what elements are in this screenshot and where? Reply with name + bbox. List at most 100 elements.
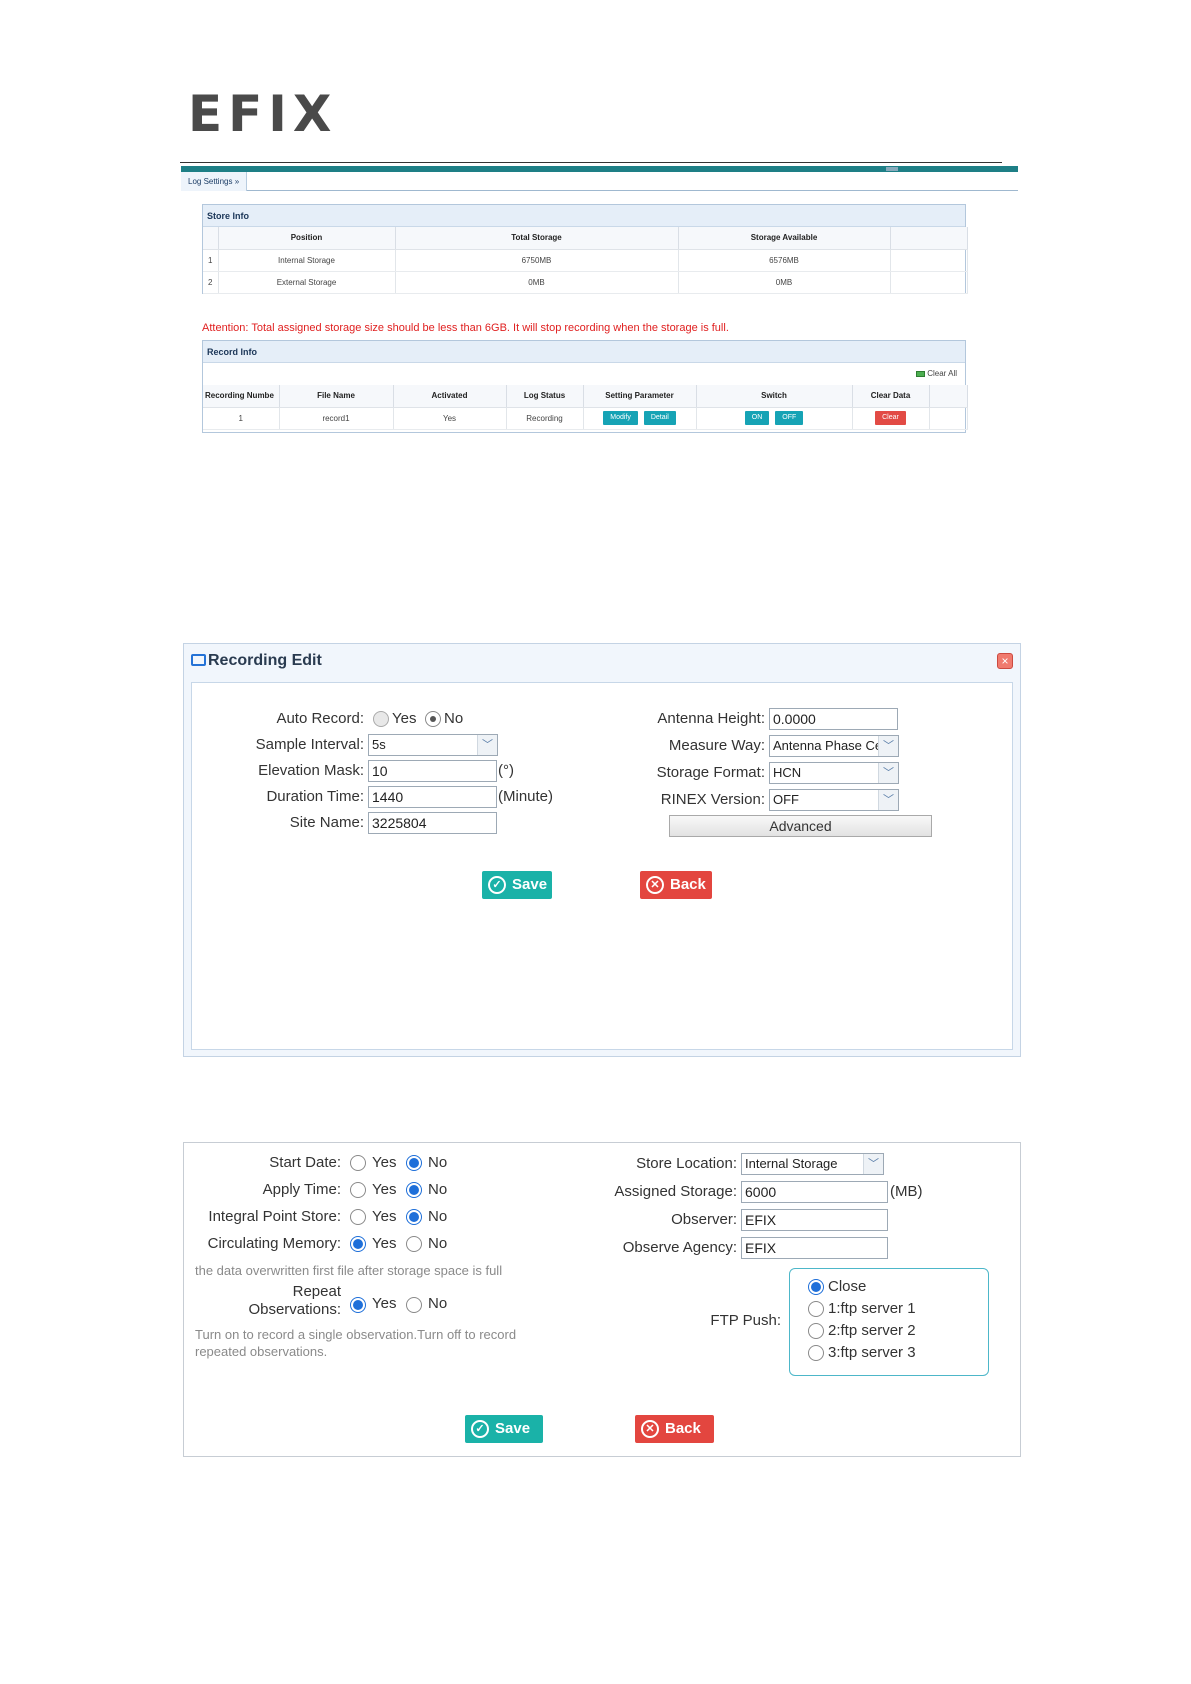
- ftp-option-server3-label: 3:ftp server 3: [828, 1344, 916, 1361]
- observe-agency-label: Observe Agency:: [622, 1239, 737, 1256]
- table-row: 1 Internal Storage 6750MB 6576MB: [203, 249, 968, 272]
- column-header: Log Status: [506, 385, 584, 408]
- breadcrumb: Log Settings »: [181, 172, 1018, 191]
- integral-point-store-yes-label: Yes: [372, 1208, 397, 1225]
- ftp-option-close-label: Close: [828, 1278, 867, 1295]
- detail-button[interactable]: Detail: [643, 411, 676, 425]
- clear-all-row: Clear All: [203, 363, 965, 385]
- rinex-version-value: OFF: [773, 792, 799, 807]
- observer-input[interactable]: [741, 1209, 888, 1231]
- integral-point-store-no-radio[interactable]: [406, 1209, 422, 1225]
- duration-time-input[interactable]: [368, 786, 497, 808]
- back-label: Back: [665, 1420, 701, 1437]
- close-icon[interactable]: ×: [997, 653, 1013, 669]
- storage-format-row: Storage Format: HCN ﹀: [592, 761, 1012, 785]
- measure-way-select[interactable]: Antenna Phase Ce ﹀: [769, 735, 899, 757]
- circulating-memory-yes-radio[interactable]: [350, 1236, 366, 1252]
- elevation-mask-unit: (°): [498, 762, 514, 779]
- measure-way-row: Measure Way: Antenna Phase Ce ﹀: [592, 734, 1012, 758]
- duration-time-row: Duration Time: (Minute): [192, 785, 592, 809]
- ftp-option-server2-label: 2:ftp server 2: [828, 1322, 916, 1339]
- elevation-mask-input[interactable]: [368, 760, 497, 782]
- storage-format-select[interactable]: HCN ﹀: [769, 762, 899, 784]
- position-cell: External Storage: [218, 271, 396, 294]
- close-circle-icon: ✕: [646, 876, 664, 894]
- start-date-label: Start Date:: [269, 1154, 341, 1171]
- store-info-table: Position Total Storage Storage Available…: [203, 227, 968, 294]
- auto-record-yes-radio[interactable]: [373, 711, 389, 727]
- save-label: Save: [495, 1420, 531, 1437]
- repeat-observations-yes-radio[interactable]: [350, 1297, 366, 1313]
- integral-point-store-yes-radio[interactable]: [350, 1209, 366, 1225]
- column-header: Setting Parameter: [583, 385, 697, 408]
- clear-data-cell: Clear: [852, 407, 930, 430]
- monitor-icon: [191, 654, 206, 666]
- auto-record-yes-label: Yes: [392, 710, 417, 727]
- column-header: File Name: [279, 385, 394, 408]
- sample-interval-row: Sample Interval: 5s ﹀: [192, 733, 592, 757]
- position-cell: Internal Storage: [218, 249, 396, 272]
- assigned-storage-label: Assigned Storage:: [614, 1183, 737, 1200]
- assigned-storage-unit: (MB): [890, 1183, 923, 1200]
- ftp-option-server2-radio[interactable]: [808, 1323, 824, 1339]
- ftp-push-options: Close 1:ftp server 1 2:ftp server 2 3:ft…: [789, 1268, 989, 1376]
- sample-interval-select[interactable]: 5s ﹀: [368, 734, 498, 756]
- back-button[interactable]: ✕ Back: [640, 871, 712, 899]
- auto-record-no-radio[interactable]: [425, 711, 441, 727]
- total-storage-cell: 6750MB: [395, 249, 679, 272]
- switch-off-button[interactable]: OFF: [775, 411, 804, 425]
- circulating-memory-label: Circulating Memory:: [207, 1235, 341, 1252]
- start-date-no-radio[interactable]: [406, 1155, 422, 1171]
- save-button[interactable]: ✓ Save: [465, 1415, 543, 1443]
- attention-message: Attention: Total assigned storage size s…: [202, 322, 729, 334]
- repeat-observations-note-line1: Turn on to record a single observation.T…: [195, 1327, 517, 1342]
- assigned-storage-input[interactable]: [741, 1181, 888, 1203]
- circulating-memory-no-radio[interactable]: [406, 1236, 422, 1252]
- site-name-input[interactable]: [368, 812, 497, 834]
- recording-number-cell: 1: [203, 407, 280, 430]
- advanced-button[interactable]: Advanced: [669, 815, 932, 837]
- observe-agency-input[interactable]: [741, 1237, 888, 1259]
- repeat-observations-no-label: No: [428, 1295, 448, 1312]
- repeat-observations-no-radio[interactable]: [406, 1297, 422, 1313]
- modify-button[interactable]: Modify: [603, 411, 638, 425]
- ftp-push-label-row: FTP Push:: [584, 1309, 784, 1333]
- ftp-option-close-radio[interactable]: [808, 1279, 824, 1295]
- total-storage-cell: 0MB: [395, 271, 679, 294]
- observer-label: Observer:: [671, 1211, 737, 1228]
- dialog-title: Recording Edit: [191, 652, 322, 670]
- column-header: Storage Available: [678, 227, 891, 250]
- column-header-empty: [890, 227, 968, 250]
- breadcrumb-log-settings[interactable]: Log Settings »: [181, 172, 248, 191]
- apply-time-no-label: No: [428, 1181, 448, 1198]
- store-location-select[interactable]: Internal Storage ﹀: [741, 1153, 884, 1175]
- clear-button[interactable]: Clear: [875, 411, 906, 425]
- auto-record-label: Auto Record:: [276, 710, 364, 727]
- circulating-memory-yes-label: Yes: [372, 1235, 397, 1252]
- repeat-observations-yes-label: Yes: [372, 1295, 397, 1312]
- column-header: Recording Numbe: [203, 385, 280, 408]
- check-icon: ✓: [471, 1420, 489, 1438]
- store-info-title: Store Info: [203, 205, 965, 227]
- observer-row: Observer:: [584, 1208, 1004, 1232]
- clear-all-label: Clear All: [927, 369, 957, 378]
- apply-time-no-radio[interactable]: [406, 1182, 422, 1198]
- measure-way-label: Measure Way:: [668, 737, 765, 754]
- apply-time-yes-radio[interactable]: [350, 1182, 366, 1198]
- repeat-observations-label-line1: Repeat: [292, 1283, 341, 1300]
- rinex-version-select[interactable]: OFF ﹀: [769, 789, 899, 811]
- start-date-yes-radio[interactable]: [350, 1155, 366, 1171]
- save-button[interactable]: ✓ Save: [482, 871, 552, 899]
- ftp-option: Close: [808, 1275, 978, 1299]
- back-button[interactable]: ✕ Back: [635, 1415, 714, 1443]
- recording-edit-form: Auto Record: Yes No Sample Interval: 5s …: [191, 682, 1013, 1050]
- repeat-observations-label-line2: Observations:: [248, 1301, 341, 1318]
- ftp-option-server3-radio[interactable]: [808, 1345, 824, 1361]
- start-date-no-label: No: [428, 1154, 448, 1171]
- switch-on-button[interactable]: ON: [744, 411, 770, 425]
- switch-cell: ON OFF: [696, 407, 853, 430]
- antenna-height-input[interactable]: [769, 708, 898, 730]
- clear-all-link[interactable]: Clear All: [916, 369, 957, 378]
- chevron-down-icon: ﹀: [863, 1154, 883, 1174]
- ftp-option-server1-radio[interactable]: [808, 1301, 824, 1317]
